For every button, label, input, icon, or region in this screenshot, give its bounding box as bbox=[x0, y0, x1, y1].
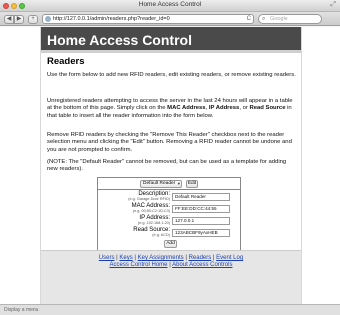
search-field[interactable]: ⌕ Google bbox=[258, 14, 322, 24]
p2-bold-mac: MAC Address bbox=[167, 105, 206, 112]
description-input[interactable]: Default Reader bbox=[172, 193, 230, 201]
section-heading: Readers bbox=[47, 56, 85, 67]
footer-separator: | bbox=[169, 262, 171, 268]
footer-link-keys[interactable]: Keys bbox=[119, 255, 132, 261]
back-button[interactable]: ◀ bbox=[4, 15, 14, 24]
page-title: Home Access Control bbox=[47, 32, 192, 48]
url-text[interactable]: http://127.0.0.1/admin/readers.php?reade… bbox=[53, 15, 170, 23]
footer-link-about[interactable]: About Access Controls bbox=[172, 262, 232, 268]
footer-links-primary: Users | Keys | Key Assignments | Readers… bbox=[41, 255, 301, 262]
status-bar: Display a menu bbox=[0, 304, 340, 315]
browser-toolbar: ◀ ▶ + http://127.0.0.1/admin/readers.php… bbox=[0, 12, 340, 26]
reader-select[interactable]: Default Reader ▾ bbox=[140, 180, 182, 188]
search-placeholder: Google bbox=[270, 16, 288, 22]
p2-bold-source: Read Source bbox=[249, 105, 286, 112]
address-bar[interactable]: http://127.0.0.1/admin/readers.php?reade… bbox=[42, 14, 254, 24]
forward-button[interactable]: ▶ bbox=[14, 15, 24, 24]
mac-address-input[interactable]: FF:EE:DD:CC:44:55 bbox=[172, 205, 230, 213]
note-paragraph: (NOTE: The "Default Reader" cannot be re… bbox=[47, 159, 287, 173]
site-globe-icon bbox=[45, 16, 51, 22]
chevron-down-icon: ▾ bbox=[177, 181, 180, 186]
p2-text-d: , or bbox=[239, 105, 250, 112]
read-source-input[interactable]: 123ABCBF9yAxHEB bbox=[172, 229, 230, 237]
footer-separator: | bbox=[185, 255, 187, 261]
reader-select-value: Default Reader bbox=[143, 181, 176, 186]
browser-window: Home Access Control ⤢ ◀ ▶ + http://127.0… bbox=[0, 0, 340, 315]
form-row-read-source: Read Source: (e.g. ACD) 123ABCBF9yAxHEB bbox=[98, 227, 240, 239]
footer-separator: | bbox=[134, 255, 136, 261]
field-hint: (e.g. ACD) bbox=[152, 233, 170, 237]
reload-icon[interactable]: C bbox=[247, 15, 251, 23]
footer-link-event-log[interactable]: Event Log bbox=[216, 255, 243, 261]
field-hint: (e.g. 192.168.1.20) bbox=[137, 221, 170, 225]
form-row-description: Description: (e.g. Garage Door RFID) Def… bbox=[98, 191, 240, 203]
footer-separator: | bbox=[212, 255, 215, 261]
unregistered-paragraph: Unregistered readers attempting to acces… bbox=[47, 98, 297, 120]
fullscreen-icon[interactable]: ⤢ bbox=[330, 1, 336, 9]
remove-paragraph: Remove RFID readers by checking the "Rem… bbox=[47, 132, 292, 153]
footer-separator: | bbox=[116, 255, 118, 261]
footer-link-readers[interactable]: Readers bbox=[189, 255, 212, 261]
intro-paragraph: Use the form below to add new RFID reade… bbox=[47, 72, 296, 78]
field-hint: (e.g. 00:50:C2:1D:C3) bbox=[132, 209, 170, 213]
footer-nav: Users | Keys | Key Assignments | Readers… bbox=[41, 250, 301, 304]
footer-links-secondary: Access Control Home | About Access Contr… bbox=[41, 262, 301, 269]
page-viewport: Home Access Control Readers Use the form… bbox=[0, 27, 340, 304]
field-hint: (e.g. Garage Door RFID) bbox=[128, 197, 170, 201]
status-text: Display a menu bbox=[4, 307, 39, 313]
footer-link-key-assignments[interactable]: Key Assignments bbox=[138, 255, 184, 261]
footer-link-home[interactable]: Access Control Home bbox=[110, 262, 168, 268]
edit-button[interactable]: Edit bbox=[186, 180, 198, 188]
reader-form: Default Reader ▾ Edit Description: (e.g.… bbox=[97, 177, 241, 251]
p2-bold-ip: IP Address bbox=[208, 105, 240, 112]
ip-address-input[interactable]: 127.0.0.1 bbox=[172, 217, 230, 225]
page-container: Home Access Control Readers Use the form… bbox=[40, 27, 302, 304]
add-bookmark-button[interactable]: + bbox=[28, 15, 38, 24]
search-icon: ⌕ bbox=[262, 16, 266, 22]
window-title: Home Access Control bbox=[138, 1, 202, 8]
title-bar: Home Access Control ⤢ bbox=[0, 0, 340, 12]
footer-link-users[interactable]: Users bbox=[99, 255, 115, 261]
form-row-mac: MAC Address: (e.g. 00:50:C2:1D:C3) FF:EE… bbox=[98, 203, 240, 215]
add-button[interactable]: Add bbox=[164, 240, 177, 248]
form-row-ip: IP Address: (e.g. 192.168.1.20) 127.0.0.… bbox=[98, 215, 240, 227]
reader-selector-row: Default Reader ▾ Edit bbox=[98, 178, 240, 190]
